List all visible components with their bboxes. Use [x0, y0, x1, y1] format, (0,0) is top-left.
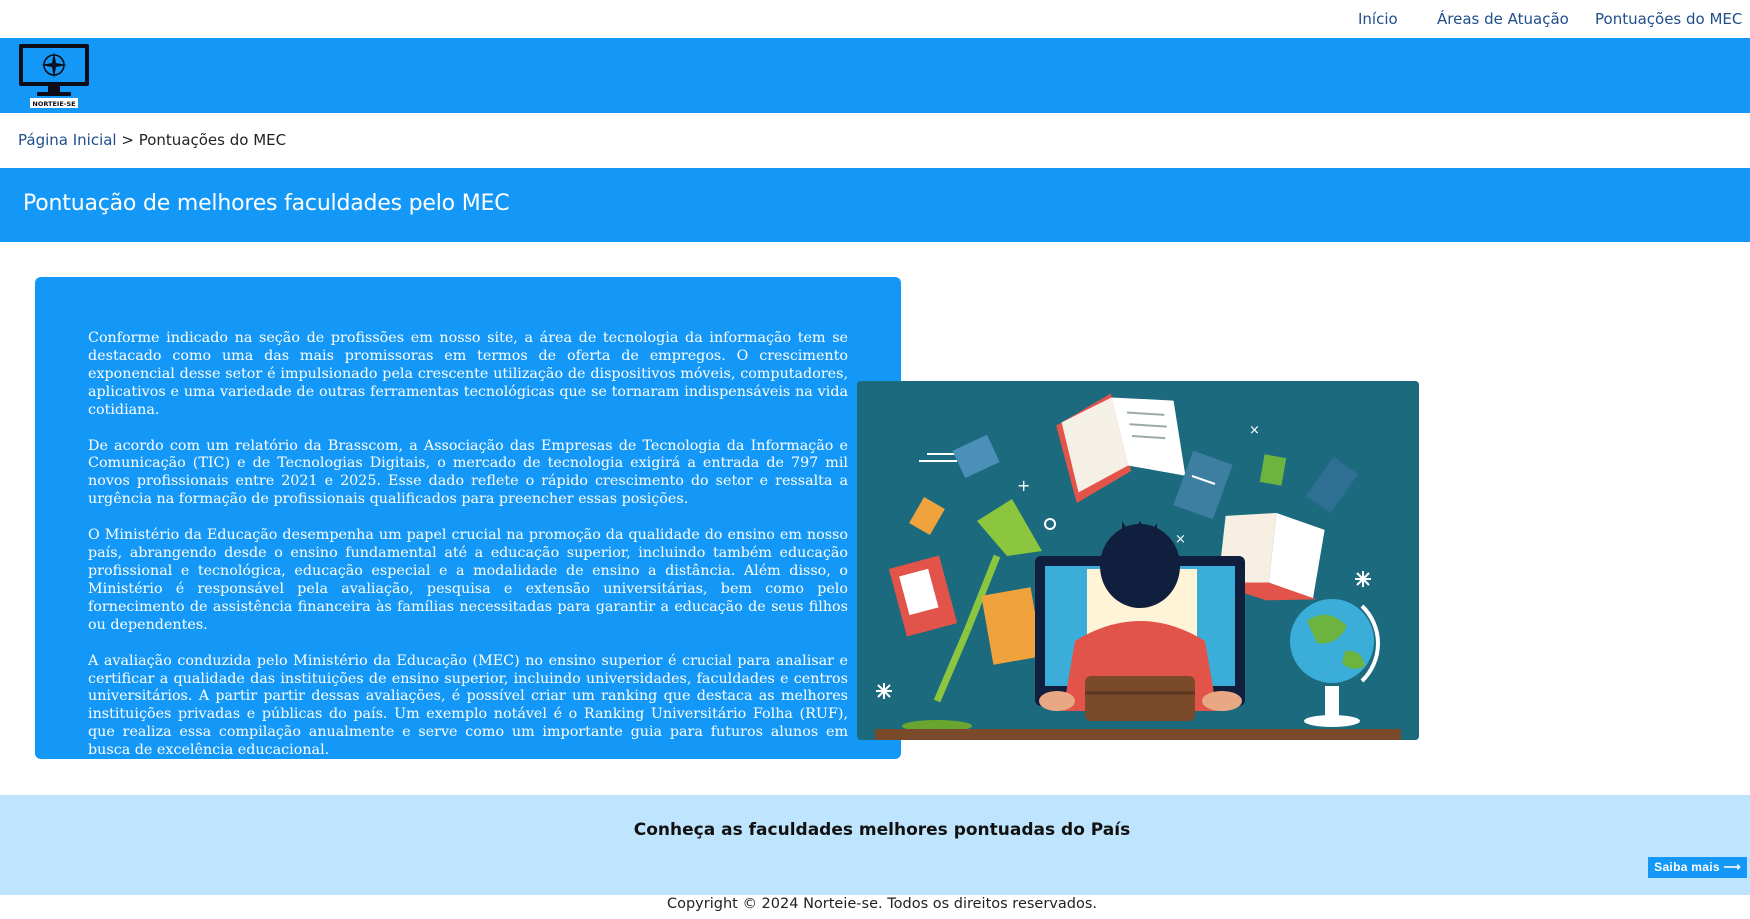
page-title: Pontuação de melhores faculdades pelo ME…: [23, 191, 510, 216]
nav-link-areas-de-atuacao[interactable]: Áreas de Atuação: [1437, 10, 1569, 28]
svg-text:×: ×: [1175, 532, 1186, 547]
svg-text:+: +: [1017, 476, 1030, 495]
info-paragraph-2: De acordo com um relatório da Brasscom, …: [88, 437, 848, 508]
breadcrumb-separator: >: [121, 131, 134, 149]
info-text-card: Conforme indicado na seção de profissões…: [35, 277, 901, 759]
site-logo[interactable]: NORTEIE-SE: [17, 42, 91, 109]
student-studying-illustration: + × ×: [857, 381, 1419, 740]
breadcrumb-home-link[interactable]: Página Inicial: [18, 131, 117, 149]
breadcrumb-current: Pontuações do MEC: [138, 131, 287, 149]
svg-text:×: ×: [1249, 423, 1260, 438]
nav-link-pontuacoes-do-mec[interactable]: Pontuações do MEC: [1595, 10, 1742, 28]
monitor-compass-logo-icon: NORTEIE-SE: [19, 44, 89, 108]
nav-link-inicio[interactable]: Início: [1358, 10, 1398, 28]
top-navigation: Início Áreas de Atuação Pontuações do ME…: [0, 0, 1750, 38]
cta-section: Conheça as faculdades melhores pontuadas…: [0, 795, 1750, 895]
footer-copyright: Copyright © 2024 Norteie-se. Todos os di…: [666, 896, 1098, 912]
info-paragraph-4: A avaliação conduzida pelo Ministério da…: [88, 652, 848, 759]
logo-wordmark: NORTEIE-SE: [32, 100, 75, 108]
saiba-mais-button[interactable]: Saiba mais ⟶: [1648, 857, 1747, 878]
student-at-computer-image: + × ×: [857, 381, 1419, 740]
brand-header: NORTEIE-SE: [0, 38, 1750, 113]
cta-heading: Conheça as faculdades melhores pontuadas…: [633, 820, 1131, 840]
info-paragraph-3: O Ministério da Educação desempenha um p…: [88, 527, 848, 633]
breadcrumb: Página Inicial > Pontuações do MEC: [18, 131, 286, 149]
page-title-band: Pontuação de melhores faculdades pelo ME…: [0, 168, 1750, 242]
info-paragraph-1: Conforme indicado na seção de profissões…: [88, 330, 848, 418]
